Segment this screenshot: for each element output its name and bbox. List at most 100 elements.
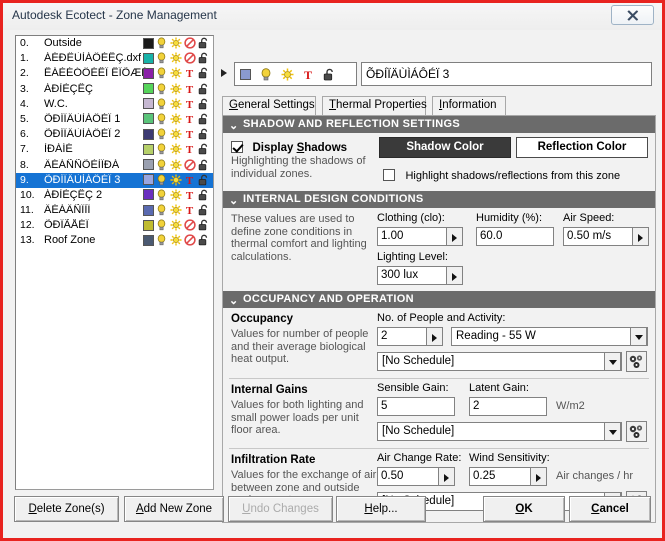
unlock-icon[interactable]	[198, 37, 210, 49]
color-swatch-icon[interactable]	[143, 174, 154, 186]
zone-list-item[interactable]: 9. ÕÐÍÏÄÙÌÁÔÉÏ 3 T	[16, 172, 213, 188]
tab-information[interactable]: Information	[432, 96, 506, 115]
zone-list-item[interactable]: 3. ÁÐÌÈÇÊÇ T	[16, 82, 213, 97]
thermostat-icon[interactable]: T	[184, 113, 196, 126]
lightbulb-icon[interactable]	[156, 128, 168, 140]
lightbulb-icon[interactable]	[156, 189, 168, 201]
shadow-section-header[interactable]: ⌄ SHADOW AND REFLECTION SETTINGS	[223, 116, 655, 133]
color-swatch-icon[interactable]	[143, 128, 154, 140]
lightbulb-icon[interactable]	[156, 83, 168, 95]
humidity-input[interactable]: 60.0	[476, 227, 554, 246]
sun-icon[interactable]	[170, 67, 182, 79]
color-swatch-icon[interactable]	[143, 143, 154, 155]
thermostat-icon[interactable]: T	[184, 204, 196, 217]
thermostat-icon[interactable]: T	[184, 143, 196, 156]
cancel-button[interactable]: Cancel	[569, 496, 651, 522]
help-button[interactable]: Help...	[336, 496, 426, 522]
unlock-icon[interactable]	[198, 143, 210, 155]
sun-icon[interactable]	[281, 68, 294, 81]
thermostat-icon[interactable]: T	[184, 189, 196, 202]
thermostat-icon[interactable]: T	[184, 98, 196, 111]
sun-icon[interactable]	[170, 52, 182, 64]
unlock-icon[interactable]	[198, 128, 210, 140]
sun-icon[interactable]	[170, 219, 182, 231]
color-swatch-icon[interactable]	[143, 234, 154, 246]
color-swatch-icon[interactable]	[240, 68, 251, 80]
unlock-icon[interactable]	[198, 98, 210, 110]
internal-gains-schedule-editor-button[interactable]	[626, 421, 647, 442]
unlock-icon[interactable]	[198, 67, 210, 79]
internal-design-section-header[interactable]: ⌄ INTERNAL DESIGN CONDITIONS	[223, 191, 655, 208]
lighting-level-spinner[interactable]	[447, 266, 463, 285]
air-speed-spinner[interactable]	[633, 227, 649, 246]
zone-list-item[interactable]: 12. ÕÐÏÃÅÉÏ	[16, 218, 213, 233]
sensible-gain-input[interactable]: 5	[377, 397, 455, 416]
clothing-input[interactable]: 1.00	[377, 227, 447, 246]
unlock-icon[interactable]	[198, 189, 210, 201]
prohibition-icon[interactable]	[184, 52, 196, 64]
occupancy-schedule-dropdown[interactable]: [No Schedule]	[377, 352, 622, 371]
clothing-spinner[interactable]	[447, 227, 463, 246]
people-count-spinner[interactable]	[427, 327, 443, 346]
close-button[interactable]	[611, 5, 654, 25]
lighting-level-input[interactable]: 300 lux	[377, 266, 447, 285]
highlight-shadows-checkbox[interactable]	[383, 169, 395, 181]
color-swatch-icon[interactable]	[143, 98, 154, 110]
zone-list-item[interactable]: 13. Roof Zone	[16, 233, 213, 248]
lightbulb-icon[interactable]	[156, 143, 168, 155]
tab-thermal-properties[interactable]: Thermal Properties	[322, 96, 427, 115]
occupancy-schedule-editor-button[interactable]	[626, 351, 647, 372]
people-count-input[interactable]: 2	[377, 327, 427, 346]
color-swatch-icon[interactable]	[143, 67, 154, 79]
sun-icon[interactable]	[170, 37, 182, 49]
wind-sensitivity-spinner[interactable]	[531, 467, 547, 486]
air-change-rate-input[interactable]: 0.50	[377, 467, 439, 486]
sun-icon[interactable]	[170, 158, 182, 171]
chevron-down-icon[interactable]	[630, 328, 647, 345]
prohibition-icon[interactable]	[184, 37, 196, 49]
zone-list-item[interactable]: 8. ÄÉÁÑÑÕÈÌÏÐÁ	[16, 158, 213, 173]
zone-list-item[interactable]: 7. ÌÐÁÍÉ T	[16, 142, 213, 157]
zone-list[interactable]: 0. Outside 1. ÁÉÐËÙÌÁÔÉÊÇ.dxf 2. ÊÁÈÉÓÔÉÊÏ ÊÏ…	[15, 35, 214, 490]
tab-general-settings[interactable]: General Settings	[222, 96, 316, 115]
air-speed-input[interactable]: 0.50 m/s	[563, 227, 633, 246]
unlock-icon[interactable]	[198, 219, 210, 231]
display-shadows-checkbox[interactable]	[231, 141, 243, 153]
sun-icon[interactable]	[170, 174, 182, 186]
reflection-color-button[interactable]: Reflection Color	[516, 137, 648, 158]
sun-icon[interactable]	[170, 98, 182, 110]
latent-gain-input[interactable]: 2	[469, 397, 547, 416]
unlock-icon[interactable]	[198, 52, 210, 64]
lightbulb-icon[interactable]	[156, 204, 168, 216]
thermostat-icon[interactable]: T	[302, 68, 314, 82]
zone-list-item[interactable]: 6. ÕÐÍÏÄÙÌÁÔÉÏ 2 T	[16, 127, 213, 142]
unlock-icon[interactable]	[323, 68, 335, 81]
lightbulb-icon[interactable]	[156, 113, 168, 125]
zone-list-item[interactable]: 0. Outside	[16, 36, 213, 51]
unlock-icon[interactable]	[198, 204, 210, 216]
sun-icon[interactable]	[170, 234, 182, 246]
thermostat-icon[interactable]: T	[184, 83, 196, 96]
prohibition-icon[interactable]	[184, 158, 196, 171]
color-swatch-icon[interactable]	[143, 83, 154, 95]
shadow-color-button[interactable]: Shadow Color	[379, 137, 511, 158]
wind-sensitivity-input[interactable]: 0.25	[469, 467, 531, 486]
color-swatch-icon[interactable]	[143, 37, 154, 49]
unlock-icon[interactable]	[198, 234, 210, 246]
ok-button[interactable]: OK	[483, 496, 565, 522]
unlock-icon[interactable]	[198, 83, 210, 95]
prohibition-icon[interactable]	[184, 234, 196, 247]
lightbulb-icon[interactable]	[156, 234, 168, 246]
thermostat-icon[interactable]: T	[184, 67, 196, 81]
unlock-icon[interactable]	[198, 174, 210, 186]
color-swatch-icon[interactable]	[143, 189, 154, 201]
lightbulb-icon[interactable]	[156, 159, 168, 171]
unlock-icon[interactable]	[198, 113, 210, 125]
chevron-down-icon[interactable]	[604, 423, 621, 440]
delete-zone-s-button[interactable]: Delete Zone(s)	[14, 496, 119, 522]
color-swatch-icon[interactable]	[143, 52, 154, 64]
sun-icon[interactable]	[170, 143, 182, 155]
lightbulb-icon[interactable]	[156, 67, 168, 79]
color-swatch-icon[interactable]	[143, 113, 154, 125]
color-swatch-icon[interactable]	[143, 219, 154, 231]
